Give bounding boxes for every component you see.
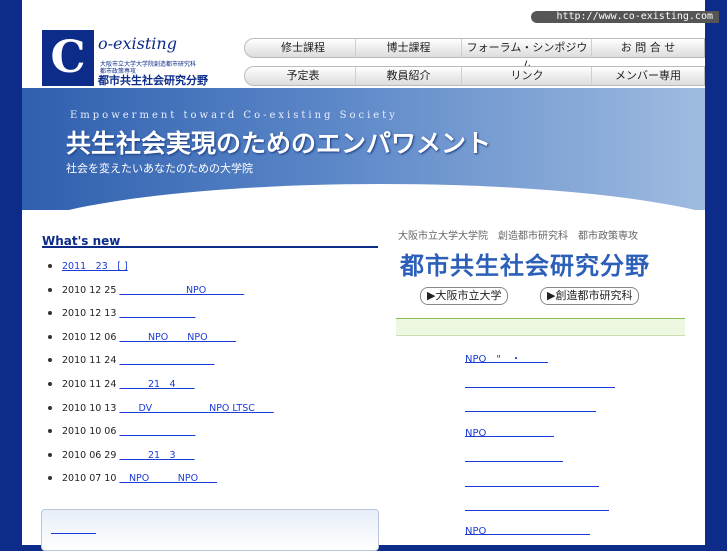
bullet-icon <box>48 311 52 316</box>
list-item: 2010 10 06 <box>44 420 378 444</box>
news-link[interactable]: 21 4 <box>119 379 194 390</box>
news-date: 2010 11 24 <box>62 378 117 390</box>
list-item: 2010 07 10 NPO NPO <box>44 467 378 491</box>
program-title: 都市共生社会研究分野 <box>400 252 650 280</box>
news-link[interactable] <box>119 426 195 437</box>
nav-links[interactable]: リンク <box>461 67 592 85</box>
bullet-icon <box>48 476 52 481</box>
right-link[interactable] <box>465 375 615 388</box>
nav-masters[interactable]: 修士課程 <box>253 39 353 57</box>
right-link[interactable]: NPO <box>465 522 590 537</box>
news-heading: What's new <box>42 230 378 248</box>
nav-members[interactable]: メンバー専用 <box>591 67 704 85</box>
bullet-icon <box>48 334 52 339</box>
news-link[interactable]: 21 3 <box>119 450 194 461</box>
right-link[interactable] <box>465 449 563 462</box>
main-nav: 修士課程 博士課程 フォーラム・シンポジウム お 問 合 せ 予定表 教員紹介 … <box>244 38 705 88</box>
bullet-icon <box>48 405 52 410</box>
nav-contact[interactable]: お 問 合 せ <box>591 39 704 57</box>
bullet-icon <box>48 429 52 434</box>
hero-banner: Empowerment toward Co-existing Society 共… <box>22 88 705 210</box>
bullet-icon <box>48 287 52 292</box>
logo-name: 都市共生社会研究分野 <box>98 74 208 87</box>
info-box-link[interactable] <box>51 522 96 535</box>
news-list: 2011 23 [ ] 2010 12 25 NPO 2010 12 13 20… <box>44 255 378 491</box>
list-item: 2010 11 24 21 4 <box>44 373 378 397</box>
news-date: 2010 11 24 <box>62 355 117 367</box>
bullet-icon <box>48 381 52 386</box>
news-date: 2010 12 06 <box>62 331 117 343</box>
list-item: 2010 12 13 <box>44 302 378 326</box>
site-url: http://www.co-existing.com <box>531 11 719 23</box>
news-link[interactable] <box>119 355 214 366</box>
logo-mark: C <box>42 30 94 86</box>
right-link[interactable]: NPO <box>465 424 554 439</box>
nav-schedule[interactable]: 予定表 <box>253 67 353 85</box>
bullet-icon <box>48 264 52 268</box>
news-date: 2010 07 10 <box>62 473 117 485</box>
bullet-icon <box>48 452 52 457</box>
page: http://www.co-existing.com C o-existing … <box>0 0 727 551</box>
logo-wordmark: o-existing <box>98 34 177 53</box>
nav-row-1: 修士課程 博士課程 フォーラム・シンポジウム お 問 合 せ <box>244 38 705 72</box>
list-item: 2011 23 [ ] <box>44 255 378 279</box>
nav-faculty[interactable]: 教員紹介 <box>355 67 461 85</box>
banner-subtitle: 社会を変えたいあなたのための大学院 <box>66 162 253 175</box>
institution-name: 大阪市立大学大学院 創造都市研究科 都市政策専攻 <box>398 231 638 242</box>
news-date: 2010 10 13 <box>62 402 117 414</box>
list-item: 2010 11 24 <box>44 349 378 373</box>
news-date: 2010 12 25 <box>62 284 117 296</box>
news-heading-text: What's new <box>42 234 121 248</box>
nav-row-2: 予定表 教員紹介 リンク メンバー専用 <box>244 66 705 86</box>
banner-wave <box>22 184 705 210</box>
right-link[interactable] <box>465 498 609 511</box>
osaka-city-univ-button[interactable]: ▶大阪市立大学 <box>420 287 509 305</box>
news-link[interactable]: NPO <box>119 285 244 296</box>
news-link[interactable]: DV NPO LTSC <box>119 403 273 414</box>
news-link[interactable]: NPO NPO <box>119 473 217 484</box>
green-divider <box>396 318 685 336</box>
creative-city-button[interactable]: ▶創造都市研究科 <box>540 287 640 305</box>
news-link[interactable]: 2011 23 [ ] <box>62 261 128 272</box>
nav-doctoral[interactable]: 博士課程 <box>355 39 461 57</box>
news-link[interactable] <box>119 308 195 319</box>
news-date: 2010 06 29 <box>62 449 117 461</box>
site-logo[interactable]: C o-existing 大阪市立大学大学院創造都市研究科 都市政策専攻 都市共… <box>42 30 220 87</box>
news-link[interactable]: NPO NPO <box>119 332 236 343</box>
news-date: 2010 12 13 <box>62 308 117 320</box>
banner-english: Empowerment toward Co-existing Society <box>70 110 398 121</box>
right-link[interactable] <box>465 474 599 487</box>
right-link[interactable]: NPO " ・ <box>465 350 548 365</box>
right-link[interactable] <box>465 399 596 412</box>
list-item: 2010 12 06 NPO NPO <box>44 326 378 350</box>
list-item: 2010 10 13 DV NPO LTSC <box>44 397 378 421</box>
banner-title: 共生社会実現のためのエンパワメント <box>66 129 492 158</box>
bullet-icon <box>48 358 52 363</box>
news-date: 2010 10 06 <box>62 426 117 438</box>
nav-forum[interactable]: フォーラム・シンポジウム <box>461 39 592 72</box>
list-item: 2010 12 25 NPO <box>44 279 378 303</box>
list-item: 2010 06 29 21 3 <box>44 444 378 468</box>
